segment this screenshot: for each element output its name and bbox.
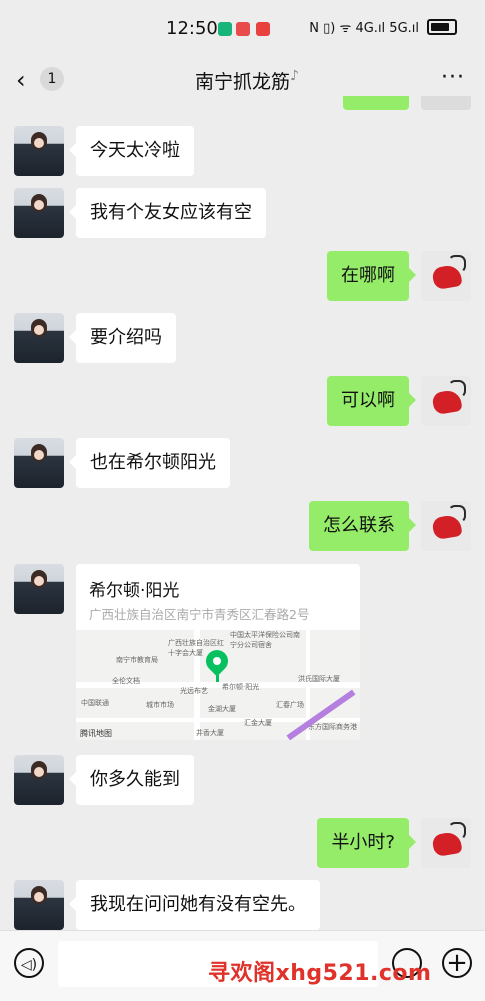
more-icon[interactable]: ··· — [441, 65, 465, 90]
contact-avatar[interactable] — [14, 188, 64, 238]
message-bubble-incoming[interactable]: 今天太冷啦 — [69, 126, 194, 176]
chat-header: ‹ 1 南宁抓龙筋 ♪ ··· — [0, 56, 485, 106]
chat-title: 南宁抓龙筋 — [194, 71, 290, 93]
my-avatar[interactable] — [421, 818, 471, 868]
location-map[interactable]: 南宁市教育局 广西壮族自治区红十字会大厦 中国太平洋保险公司南宁分公司宿舍 全伦… — [76, 630, 360, 740]
message-bubble-incoming[interactable]: 我现在问问她有没有空先。 — [69, 880, 320, 930]
map-label: 中国联通 — [81, 699, 109, 707]
my-avatar[interactable] — [421, 376, 471, 426]
location-pin-stem — [216, 670, 219, 682]
contact-avatar[interactable] — [14, 126, 64, 176]
message-bubble-incoming[interactable]: 我有个友女应该有空 — [69, 188, 266, 238]
message-bubble-incoming[interactable]: 你多久能到 — [69, 755, 194, 805]
my-avatar[interactable] — [421, 251, 471, 301]
map-attribution: 腾讯地图 — [80, 729, 112, 738]
contact-avatar[interactable] — [14, 755, 64, 805]
contact-avatar[interactable] — [14, 564, 64, 614]
location-address: 广西壮族自治区南宁市青秀区汇春路2号 — [89, 607, 310, 622]
message-bubble-outgoing[interactable]: 半小时? — [317, 818, 416, 868]
message-bubble-incoming[interactable]: 也在希尔顿阳光 — [69, 438, 230, 488]
map-label: 中国太平洋保险公司南宁分公司宿舍 — [230, 631, 300, 649]
message-bubble-outgoing[interactable]: 在哪啊 — [327, 251, 416, 301]
app-notification-icon — [236, 22, 250, 36]
map-label: 光远布艺 — [180, 687, 208, 695]
mute-ear-icon: ♪ — [290, 68, 299, 84]
contact-avatar[interactable] — [14, 438, 64, 488]
map-label: 汇金大厦 — [244, 719, 272, 727]
map-label: 洪氏国际大厦 — [298, 675, 340, 683]
message-bubble-outgoing[interactable]: 怎么联系 — [309, 501, 416, 551]
voice-input-icon[interactable]: ◁) — [14, 948, 44, 978]
signal-icons: N ▯) ᯤ 4G.ıl 5G.ıl — [309, 21, 419, 36]
my-avatar[interactable] — [421, 501, 471, 551]
app-notification-icon — [256, 22, 270, 36]
previous-message-bubble[interactable] — [343, 96, 409, 110]
map-label: 希尔顿·阳光 — [222, 683, 260, 691]
location-name: 希尔顿·阳光 — [89, 581, 180, 601]
battery-icon — [427, 19, 457, 35]
map-label: 城市市场 — [146, 701, 174, 709]
contact-avatar[interactable] — [14, 313, 64, 363]
location-message-card[interactable]: 希尔顿·阳光 广西壮族自治区南宁市青秀区汇春路2号 南宁市教育局 广西壮族自治区… — [76, 564, 360, 740]
map-label: 东方国际商务港 — [308, 723, 357, 731]
message-bubble-incoming[interactable]: 要介绍吗 — [69, 313, 176, 363]
map-label: 南宁市教育局 — [116, 656, 158, 664]
map-label: 汇春广场 — [276, 701, 304, 709]
map-label: 井香大厦 — [196, 729, 224, 737]
status-time: 12:50 — [166, 18, 218, 39]
previous-avatar[interactable] — [421, 96, 471, 110]
contact-avatar[interactable] — [14, 880, 64, 930]
status-indicators: N ▯) ᯤ 4G.ıl 5G.ıl — [309, 18, 457, 36]
app-notification-icon — [218, 22, 232, 36]
plus-icon[interactable]: + — [442, 948, 472, 978]
status-bar: 12:50 N ▯) ᯤ 4G.ıl 5G.ıl — [0, 0, 485, 56]
message-bubble-outgoing[interactable]: 可以啊 — [327, 376, 416, 426]
watermark: 寻欢阁xhg521.com — [208, 961, 432, 986]
metro-line — [286, 689, 356, 740]
map-label: 全伦文档 — [112, 677, 140, 685]
map-label: 金湖大厦 — [208, 705, 236, 713]
